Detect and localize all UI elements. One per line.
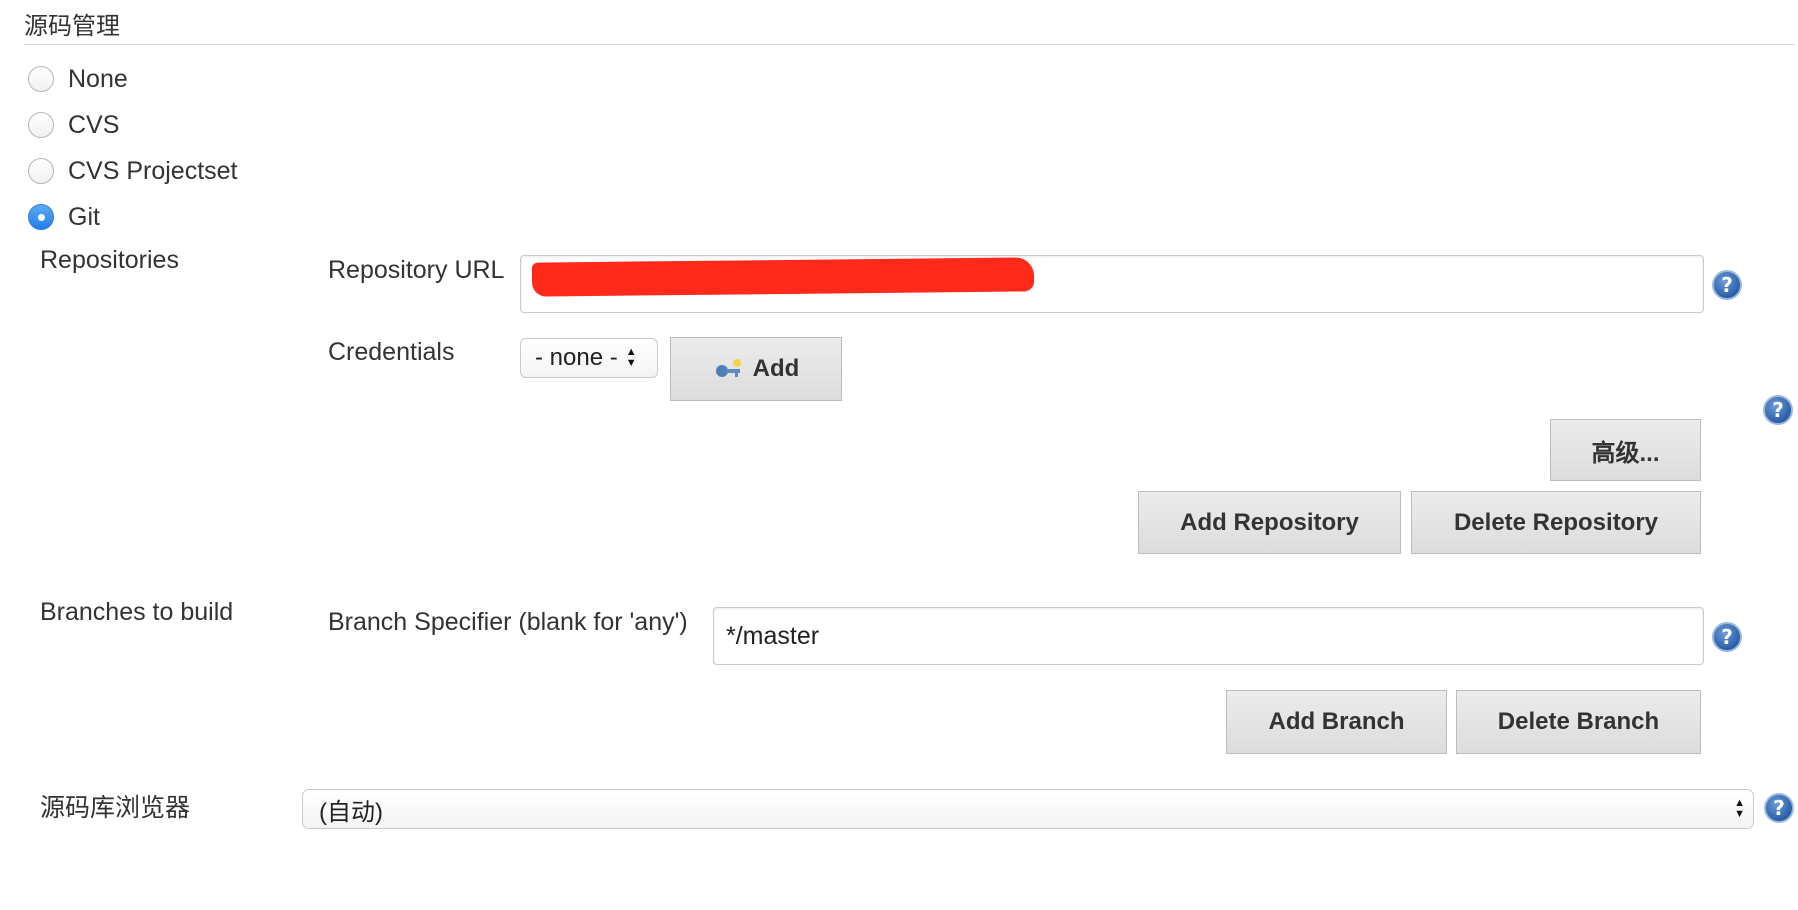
- repository-browser-label: 源码库浏览器: [40, 794, 191, 822]
- add-branch-button[interactable]: Add Branch: [1226, 690, 1447, 754]
- radio-label-cvs: CVS: [68, 110, 120, 139]
- branch-specifier-label: Branch Specifier (blank for 'any'): [328, 608, 688, 636]
- radio-git[interactable]: [28, 204, 54, 230]
- advanced-button[interactable]: 高级...: [1550, 419, 1701, 481]
- repository-section-help-icon[interactable]: ?: [1763, 395, 1793, 425]
- radio-cvs-projectset[interactable]: [28, 158, 54, 184]
- radio-cvs[interactable]: [28, 112, 54, 138]
- credentials-select-value: - none -: [535, 344, 618, 371]
- section-title: 源码管理: [24, 13, 120, 40]
- radio-label-cvs-projectset: CVS Projectset: [68, 156, 238, 185]
- scm-option-cvs-projectset[interactable]: CVS Projectset: [28, 156, 238, 186]
- branch-specifier-input[interactable]: [713, 607, 1704, 665]
- repositories-label: Repositories: [40, 246, 179, 274]
- repository-browser-select-value: (自动): [319, 798, 383, 826]
- updown-arrows-icon: ▲ ▼: [625, 346, 637, 369]
- scm-option-git[interactable]: Git: [28, 202, 100, 232]
- url-redaction-mark: [531, 257, 1035, 297]
- branch-specifier-help-icon[interactable]: ?: [1712, 622, 1742, 652]
- branches-label: Branches to build: [40, 598, 234, 626]
- add-repository-button[interactable]: Add Repository: [1138, 491, 1401, 554]
- delete-branch-button[interactable]: Delete Branch: [1456, 690, 1701, 754]
- repository-browser-help-icon[interactable]: ?: [1764, 793, 1794, 823]
- key-add-icon: [715, 359, 741, 377]
- add-credentials-label: Add: [752, 355, 800, 382]
- delete-repository-button[interactable]: Delete Repository: [1411, 491, 1701, 554]
- repository-url-label: Repository URL: [328, 256, 505, 284]
- credentials-select[interactable]: - none - ▲ ▼: [520, 338, 658, 378]
- scm-option-cvs[interactable]: CVS: [28, 110, 119, 140]
- repository-browser-select[interactable]: (自动) ▲ ▼: [302, 789, 1754, 829]
- scm-option-none[interactable]: None: [28, 64, 128, 94]
- section-divider: [24, 44, 1794, 45]
- radio-label-none: None: [68, 64, 128, 93]
- updown-arrows-icon: ▲ ▼: [1734, 797, 1745, 820]
- add-credentials-button[interactable]: Add: [670, 337, 842, 401]
- radio-label-git: Git: [68, 202, 100, 231]
- radio-none[interactable]: [28, 66, 54, 92]
- credentials-label: Credentials: [328, 338, 455, 366]
- repository-url-help-icon[interactable]: ?: [1712, 270, 1742, 300]
